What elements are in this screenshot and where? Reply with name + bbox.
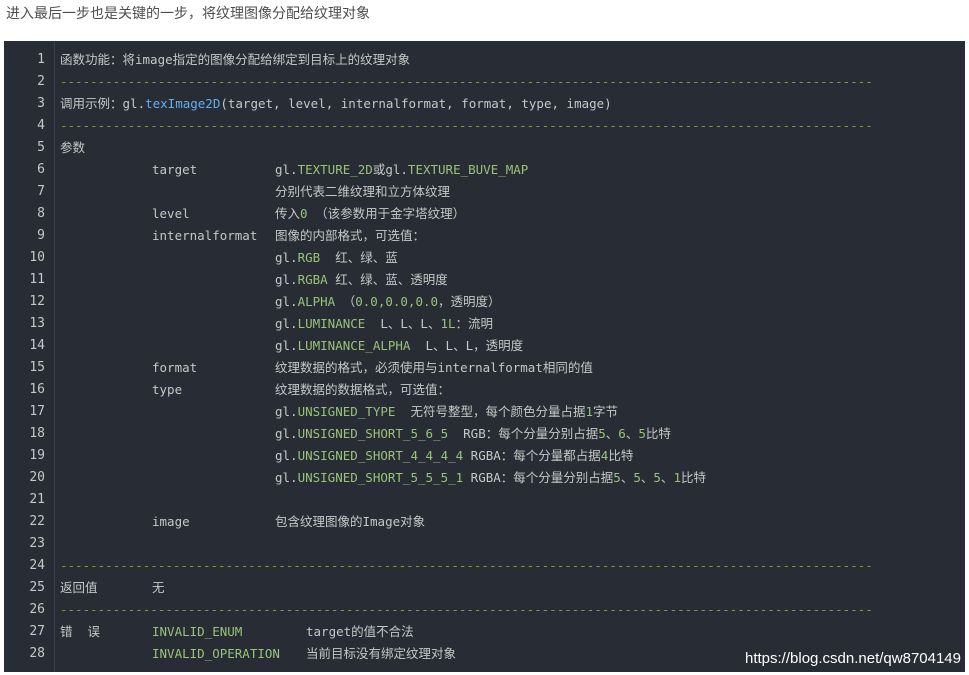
line-number: 18 [29,426,45,441]
param-name-level: level [152,206,190,221]
param-desc-internalformat: 图像的内部格式，可选值： [275,228,426,243]
option-unsigned-short-565: gl.UNSIGNED_SHORT_5_6_5 RGB：每个分量分别占据5、6、… [275,426,671,441]
param-name-image: image [152,514,190,529]
code-line-2: ----------------------------------------… [60,71,965,93]
code-line-12: gl.ALPHA （0.0,0.0,0.0，透明度） [60,291,965,313]
line-number: 1 [37,52,45,67]
option-unsigned-type: gl.UNSIGNED_TYPE 无符号整型，每个颜色分量占据1字节 [275,404,619,419]
code-line-19: gl.UNSIGNED_SHORT_4_4_4_4 RGBA：每个分量都占据4比… [60,445,965,467]
gutter-divider [54,41,55,672]
line-number: 19 [29,448,45,463]
intro-text: 进入最后一步也是关键的一步，将纹理图像分配给纹理对象 [6,6,370,22]
option-luminance: gl.LUMINANCE L、L、L、1L：流明 [275,316,494,331]
option-alpha: gl.ALPHA （0.0,0.0,0.0，透明度） [275,294,501,309]
code-line-8: level 传入0 （该参数用于金字塔纹理） [60,203,965,225]
line-number: 17 [29,404,45,419]
return-value: 无 [152,580,165,595]
error-invalid-operation: INVALID_OPERATION [152,646,280,661]
param-desc-image: 包含纹理图像的Image对象 [275,514,426,529]
code-line-13: gl.LUMINANCE L、L、L、1L：流明 [60,313,965,335]
line-number-gutter: 1 2 3 4 5 6 7 8 9 10 11 12 13 14 15 16 1… [4,49,52,665]
option-rgb: gl.RGB 红、绿、蓝 [275,250,398,265]
line-number: 10 [29,250,45,265]
line-number: 25 [29,580,45,595]
code-line-24: ----------------------------------------… [60,555,965,577]
param-name-target: target [152,162,198,177]
watermark-url: https://blog.csdn.net/qw8704149 [745,650,961,667]
code-line-17: gl.UNSIGNED_TYPE 无符号整型，每个颜色分量占据1字节 [60,401,965,423]
code-line-10: gl.RGB 红、绿、蓝 [60,247,965,269]
code-line-15: format 纹理数据的格式，必须使用与internalformat相同的值 [60,357,965,379]
code-line-9: internalformat 图像的内部格式，可选值： [60,225,965,247]
separator-line: ----------------------------------------… [60,74,873,89]
function-description: 函数功能：将image指定的图像分配给绑定到目标上的纹理对象 [60,52,411,67]
code-line-6: target gl.TEXTURE_2D或gl.TEXTURE_BUVE_MAP [60,159,965,181]
line-number: 22 [29,514,45,529]
param-desc-format: 纹理数据的格式，必须使用与internalformat相同的值 [275,360,593,375]
call-example: 调用示例：gl.texImage2D(target, level, intern… [60,96,612,111]
line-number: 21 [29,492,45,507]
line-number: 12 [29,294,45,309]
error-invalid-operation-desc: 当前目标没有绑定纹理对象 [306,646,457,661]
code-line-7: 分别代表二维纹理和立方体纹理 [60,181,965,203]
code-line-14: gl.LUMINANCE_ALPHA L、L、L，透明度 [60,335,965,357]
line-number: 16 [29,382,45,397]
line-number: 13 [29,316,45,331]
code-line-25: 返回值 无 [60,577,965,599]
params-heading: 参数 [60,140,86,155]
option-unsigned-short-5551: gl.UNSIGNED_SHORT_5_5_5_1 RGBA：每个分量分别占据5… [275,470,706,485]
line-number: 26 [29,602,45,617]
separator-line: ----------------------------------------… [60,602,873,617]
line-number: 4 [37,118,45,133]
code-lines: 函数功能：将image指定的图像分配给绑定到目标上的纹理对象 ---------… [60,49,965,665]
line-number: 5 [37,140,45,155]
error-invalid-enum: INVALID_ENUM [152,624,243,639]
line-number: 15 [29,360,45,375]
code-line-22: image 包含纹理图像的Image对象 [60,511,965,533]
code-line-18: gl.UNSIGNED_SHORT_5_6_5 RGB：每个分量分别占据5、6、… [60,423,965,445]
line-number: 11 [29,272,45,287]
param-name-format: format [152,360,198,375]
line-number: 2 [37,74,45,89]
separator-line: ----------------------------------------… [60,118,873,133]
line-number: 8 [37,206,45,221]
option-unsigned-short-4444: gl.UNSIGNED_SHORT_4_4_4_4 RGBA：每个分量都占据4比… [275,448,634,463]
code-line-5: 参数 [60,137,965,159]
line-number: 3 [37,96,45,111]
code-line-27: 错 误 INVALID_ENUM target的值不合法 [60,621,965,643]
code-line-11: gl.RGBA 红、绿、蓝、透明度 [60,269,965,291]
return-label: 返回值 [60,580,98,595]
param-desc-type: 纹理数据的数据格式，可选值： [275,382,451,397]
code-line-26: ----------------------------------------… [60,599,965,621]
line-number: 27 [29,624,45,639]
error-label: 错 误 [60,624,101,639]
line-number: 6 [37,162,45,177]
code-line-16: type 纹理数据的数据格式，可选值： [60,379,965,401]
line-number: 14 [29,338,45,353]
param-name-internalformat: internalformat [152,228,258,243]
code-line-4: ----------------------------------------… [60,115,965,137]
option-rgba: gl.RGBA 红、绿、蓝、透明度 [275,272,448,287]
line-number: 23 [29,536,45,551]
line-number: 7 [37,184,45,199]
code-line-1: 函数功能：将image指定的图像分配给绑定到目标上的纹理对象 [60,49,965,71]
code-block: 1 2 3 4 5 6 7 8 9 10 11 12 13 14 15 16 1… [4,41,965,672]
line-number: 28 [29,646,45,661]
line-number: 9 [37,228,45,243]
code-line-3: 调用示例：gl.texImage2D(target, level, intern… [60,93,965,115]
param-desc-target: gl.TEXTURE_2D或gl.TEXTURE_BUVE_MAP [275,162,529,177]
param-desc-target-detail: 分别代表二维纹理和立方体纹理 [275,184,451,199]
param-desc-level: 传入0 （该参数用于金字塔纹理） [275,206,466,221]
code-line-20: gl.UNSIGNED_SHORT_5_5_5_1 RGBA：每个分量分别占据5… [60,467,965,489]
separator-line: ----------------------------------------… [60,558,873,573]
error-invalid-enum-desc: target的值不合法 [306,624,414,639]
param-name-type: type [152,382,183,397]
option-luminance-alpha: gl.LUMINANCE_ALPHA L、L、L，透明度 [275,338,524,353]
line-number: 20 [29,470,45,485]
line-number: 24 [29,558,45,573]
